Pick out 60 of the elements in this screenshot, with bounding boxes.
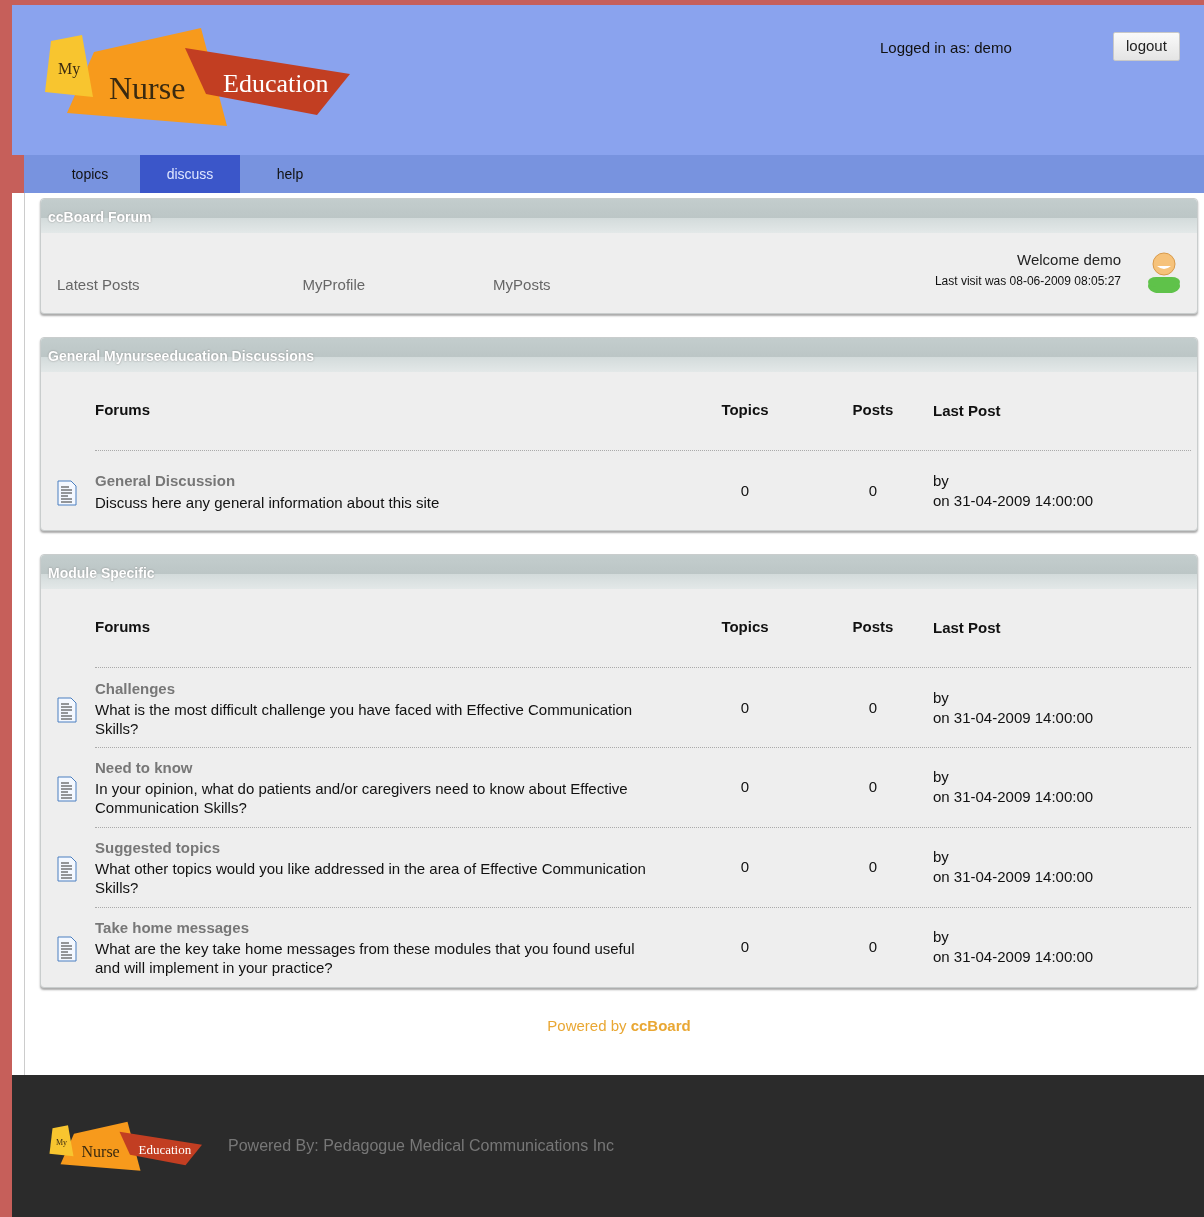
welcome-text: Welcome demo [1016, 250, 1121, 270]
forum-title-link[interactable]: Take home messages [95, 916, 249, 940]
powered-by-text: Powered by ccBoard [547, 1016, 691, 1034]
logout-button[interactable]: logout [1113, 32, 1180, 61]
column-header: Forums [95, 400, 151, 421]
panel-title: ccBoard Forum [41, 198, 1197, 233]
document-icon [57, 480, 77, 506]
last-post-author: by [933, 688, 950, 708]
last-post-author: by [933, 767, 950, 787]
document-icon [57, 936, 77, 962]
last-post-author: by [933, 927, 950, 947]
forum-description: Discuss here any general information about this site [95, 492, 441, 512]
topics-count: 0 [739, 776, 751, 797]
footer-text: Powered By: Pedagogue Medical Communications Inc [228, 1136, 614, 1156]
forum-title-link[interactable]: Challenges [95, 677, 176, 701]
nav-tab[interactable]: topics [40, 154, 140, 193]
forum-description: What is the most difficult challenge you have faced with Effective Communication Skills? [95, 700, 634, 739]
last-visit-text: Last visit was 08-06-2009 08:05:27 [934, 272, 1121, 290]
column-header: Last Post [932, 617, 1002, 638]
last-post-date: on 31-04-2009 14:00:00 [933, 708, 1095, 728]
column-header: Posts [851, 617, 895, 638]
topics-count: 0 [739, 856, 751, 877]
site-logo: My Nurse Education [42, 25, 354, 128]
column-header: Posts [851, 400, 895, 421]
posts-count: 0 [867, 697, 879, 718]
panel-title: Module Specific [41, 554, 1197, 589]
forum-link[interactable]: MyPosts [493, 274, 551, 297]
forum-link[interactable]: Latest Posts [57, 274, 140, 297]
last-post-date: on 31-04-2009 14:00:00 [933, 947, 1095, 967]
footer-logo: My Nurse Education [48, 1120, 204, 1172]
last-post-date: on 31-04-2009 14:00:00 [933, 787, 1095, 807]
forum-title-link[interactable]: General Discussion [95, 470, 236, 493]
panel-title: General Mynurseeducation Discussions [41, 337, 1197, 372]
forum-description: In your opinion, what do patients and/or caregivers need to know about Effective Communication Skills? [95, 779, 629, 818]
column-header: Topics [720, 400, 770, 421]
topics-count: 0 [739, 480, 751, 501]
last-post-date: on 31-04-2009 14:00:00 [933, 867, 1095, 887]
last-post-date: on 31-04-2009 14:00:00 [933, 491, 1095, 511]
last-post-author: by [933, 847, 950, 867]
login-status: Logged in as: demo [880, 38, 1012, 58]
column-header: Last Post [932, 400, 1002, 421]
column-header: Topics [720, 617, 770, 638]
forum-title-link[interactable]: Suggested topics [95, 836, 221, 860]
document-icon [57, 776, 77, 802]
column-header: Forums [95, 617, 151, 638]
last-post-author: by [933, 471, 950, 491]
forum-link[interactable]: MyProfile [302, 274, 366, 297]
forum-description: What other topics would you like addressed in the area of Effective Communication Skills? [95, 859, 647, 898]
posts-count: 0 [867, 480, 879, 501]
forum-title-link[interactable]: Need to know [95, 756, 193, 780]
posts-count: 0 [867, 776, 879, 797]
document-icon [57, 697, 77, 723]
posts-count: 0 [867, 856, 879, 877]
posts-count: 0 [867, 936, 879, 957]
topics-count: 0 [739, 936, 751, 957]
topics-count: 0 [739, 697, 751, 718]
nav-tab[interactable]: help [240, 154, 340, 193]
document-icon [57, 856, 77, 882]
nav-tab[interactable]: discuss [140, 154, 240, 193]
forum-description: What are the key take home messages from these modules that you found useful and will implement in your practice? [95, 939, 636, 978]
